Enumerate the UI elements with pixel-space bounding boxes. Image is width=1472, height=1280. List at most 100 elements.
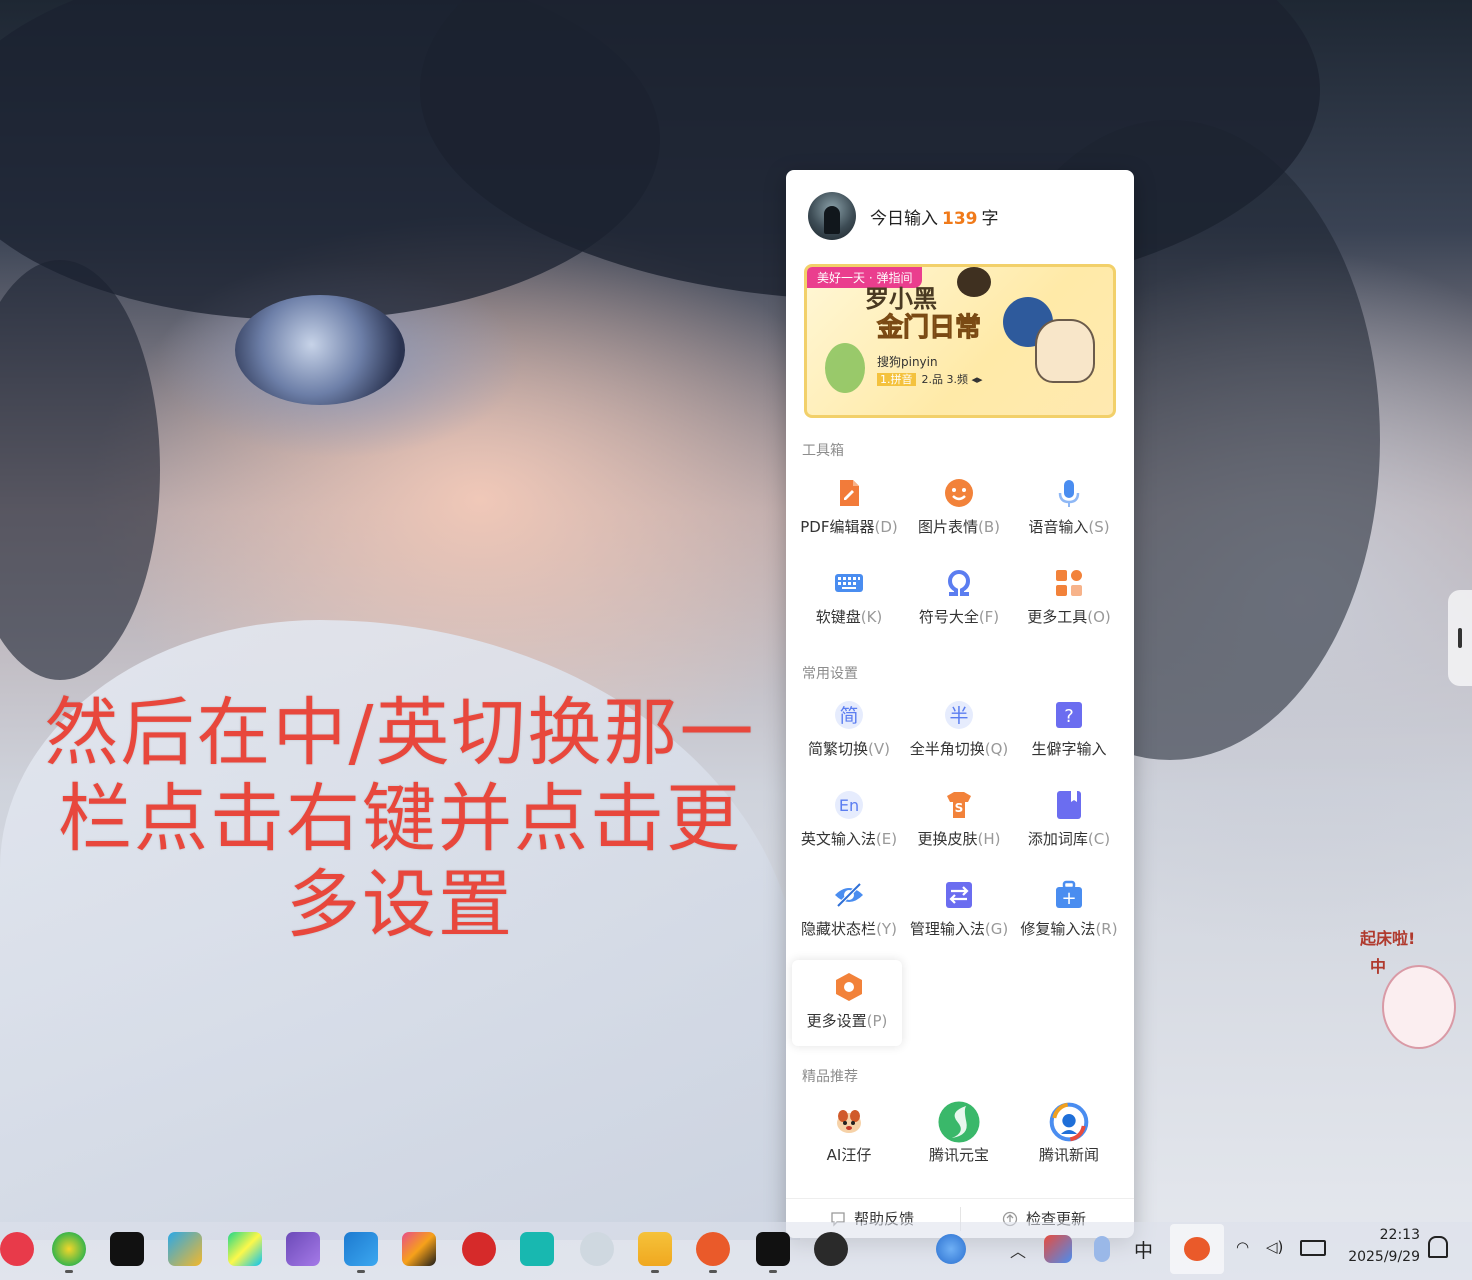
repair-kit-icon: + — [1056, 880, 1082, 909]
item-label: 图片表情 — [917, 518, 978, 536]
recommend-item-tencent-news[interactable]: 腾讯新闻 — [1012, 1094, 1126, 1182]
douyin-icon[interactable] — [110, 1232, 144, 1266]
today-label: 今日输入 — [870, 209, 938, 229]
desktop-sticker: 起床啦! 中 — [1352, 925, 1462, 1065]
item-label: AI汪仔 — [826, 1146, 872, 1164]
toolbox-item-more-tools[interactable]: 更多工具(O) — [1012, 556, 1126, 644]
clock-date[interactable]: 2025/9/29 — [1330, 1249, 1420, 1265]
microphone-tray-icon[interactable] — [1094, 1236, 1110, 1262]
settings-item-rare-char[interactable]: ? 生僻字输入 — [1012, 688, 1126, 776]
item-label: 简繁切换 — [808, 740, 869, 758]
intellij-icon[interactable] — [402, 1232, 436, 1266]
today-unit: 字 — [981, 209, 999, 229]
settings-item-manage-ime[interactable]: 管理输入法(G) — [902, 868, 1016, 956]
banner-plant — [825, 343, 865, 393]
volume-icon[interactable]: ◁) — [1266, 1238, 1283, 1256]
pycharm-icon[interactable] — [228, 1232, 262, 1266]
annotation-line-2: 栏点击右键并点击更 — [58, 776, 742, 862]
item-label: 更多设置 — [806, 1012, 867, 1030]
item-label: 腾讯元宝 — [928, 1146, 989, 1164]
banner-character-cat — [957, 267, 991, 297]
promo-banner[interactable]: 美好一天 · 弹指间 罗小黑 金门日常 搜狗pinyin 1.拼音 2.品 3.频… — [804, 264, 1116, 418]
douyin-icon-2[interactable] — [756, 1232, 790, 1266]
skin-icon: S — [947, 792, 971, 818]
sticker-text-2: 中 — [1370, 957, 1387, 976]
settings-item-more-settings[interactable]: 更多设置(P) — [792, 960, 902, 1046]
svg-text:En: En — [839, 796, 859, 815]
qq-music-icon[interactable] — [52, 1232, 86, 1266]
panel-header: 今日输入 139 字 — [786, 170, 1134, 256]
wifi-icon[interactable]: ◠ — [1236, 1238, 1249, 1256]
dictionary-icon — [1057, 791, 1081, 819]
sogou-icon[interactable] — [696, 1232, 730, 1266]
english-icon: En — [835, 791, 863, 819]
item-shortcut: (S) — [1088, 518, 1110, 536]
obs-icon[interactable] — [814, 1232, 848, 1266]
half-width-icon: 半 — [945, 701, 973, 729]
item-shortcut: (G) — [984, 920, 1009, 938]
flash-app-icon[interactable] — [520, 1232, 554, 1266]
toolbox-item-soft-keyboard[interactable]: 软键盘(K) — [792, 556, 906, 644]
item-shortcut: (Q) — [984, 740, 1009, 758]
settings-item-hide-status-bar[interactable]: 隐藏状态栏(Y) — [792, 868, 906, 956]
item-shortcut: (C) — [1087, 830, 1111, 848]
toolbox-item-image-emoji[interactable]: 图片表情(B) — [902, 466, 1016, 554]
cloud-tray-icon[interactable] — [936, 1234, 966, 1264]
item-label: PDF编辑器 — [800, 518, 875, 536]
item-shortcut: (R) — [1095, 920, 1118, 938]
banner-subtitle: 金门日常 — [876, 313, 982, 344]
settings-item-add-dictionary[interactable]: 添加词库(C) — [1012, 778, 1126, 866]
ime-menu-panel: 今日输入 139 字 美好一天 · 弹指间 罗小黑 金门日常 搜狗pinyin 1.… — [786, 170, 1134, 1238]
ime-language-indicator[interactable]: 中 — [1134, 1236, 1153, 1263]
settings-item-english-ime[interactable]: En 英文输入法(E) — [792, 778, 906, 866]
omega-icon — [947, 570, 971, 596]
battery-icon[interactable] — [1300, 1240, 1326, 1256]
vpn-icon[interactable] — [580, 1232, 614, 1266]
browser-icon[interactable] — [168, 1232, 202, 1266]
toolbox-item-voice-input[interactable]: 语音输入(S) — [1012, 466, 1126, 554]
file-explorer-icon[interactable] — [638, 1232, 672, 1266]
svg-text:S: S — [955, 801, 964, 815]
banner-character-2 — [1035, 319, 1095, 383]
item-shortcut: (O) — [1087, 608, 1111, 626]
item-label: 符号大全 — [918, 608, 979, 626]
item-label: 更多工具 — [1027, 608, 1088, 626]
clock-time[interactable]: 22:13 — [1360, 1227, 1420, 1243]
yuanbao-icon — [938, 1101, 980, 1143]
toolbox-item-symbols[interactable]: 符号大全(F) — [902, 556, 1016, 644]
item-label: 语音输入 — [1028, 518, 1089, 536]
rare-char-icon: ? — [1056, 702, 1082, 728]
grid-icon — [1056, 570, 1082, 596]
recommend-item-ai-dog[interactable]: AI汪仔 — [792, 1094, 906, 1182]
settings-item-repair-ime[interactable]: + 修复输入法(R) — [1012, 868, 1126, 956]
section-recommend-title: 精品推荐 — [802, 1069, 858, 1085]
section-toolbox-title: 工具箱 — [802, 443, 844, 459]
side-handle[interactable] — [1448, 590, 1472, 686]
instruction-annotation: 然后在中/英切换那一 栏点击右键并点击更 多设置 — [40, 690, 760, 948]
chevron-up-icon[interactable]: ︿ — [1010, 1238, 1026, 1262]
section-settings-title: 常用设置 — [802, 666, 858, 682]
item-label: 英文输入法 — [800, 830, 876, 848]
sogou-tray-icon — [1184, 1237, 1210, 1261]
netease-music-icon[interactable] — [0, 1232, 34, 1266]
today-input-count: 今日输入 139 字 — [870, 204, 999, 229]
settings-item-full-half-width[interactable]: 半 全半角切换(Q) — [902, 688, 1016, 776]
dev-cpp-icon[interactable] — [462, 1232, 496, 1266]
tencent-news-icon — [1049, 1102, 1089, 1142]
settings-item-change-skin[interactable]: S 更换皮肤(H) — [902, 778, 1016, 866]
settings-item-simplified-traditional[interactable]: 简 简繁切换(V) — [792, 688, 906, 776]
item-label: 软键盘 — [815, 608, 861, 626]
vscode-icon[interactable] — [344, 1232, 378, 1266]
ai-dog-icon — [837, 1110, 861, 1133]
item-shortcut: (F) — [978, 608, 1000, 626]
toolbox-item-pdf-editor[interactable]: PDF编辑器(D) — [792, 466, 906, 554]
recommend-item-yuanbao[interactable]: 腾讯元宝 — [902, 1094, 1016, 1182]
avatar[interactable] — [808, 192, 856, 240]
sogou-tray-button[interactable] — [1170, 1224, 1224, 1274]
manage-icon — [946, 882, 972, 908]
visual-studio-icon[interactable] — [286, 1232, 320, 1266]
taskbar — [0, 1222, 1472, 1280]
notification-bell-icon[interactable] — [1428, 1236, 1448, 1258]
tray-app-icon[interactable] — [1044, 1235, 1072, 1263]
item-shortcut: (K) — [860, 608, 883, 626]
